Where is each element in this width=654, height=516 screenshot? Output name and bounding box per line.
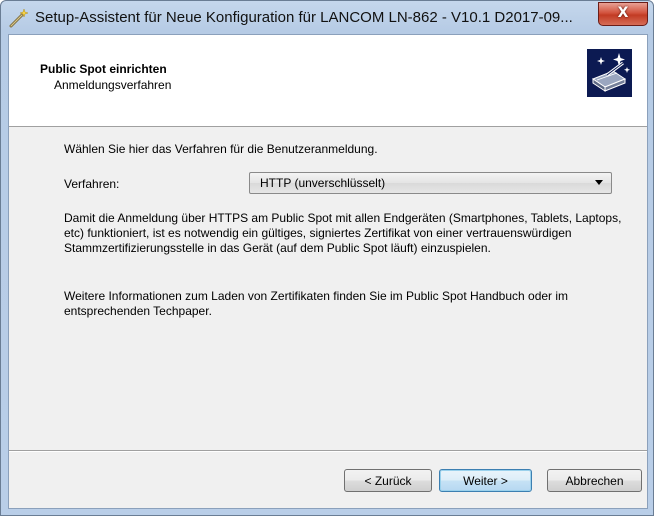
button-separator (9, 450, 647, 452)
handbook-info: Weitere Informationen zum Laden von Zert… (64, 289, 569, 318)
back-button[interactable]: < Zurück (344, 469, 432, 492)
wizard-wand-icon (587, 49, 632, 97)
verfahren-select[interactable]: HTTP (unverschlüsselt) (249, 172, 612, 194)
https-certificate-info: Damit die Anmeldung über HTTPS am Public… (64, 211, 622, 255)
verfahren-label: Verfahren: (64, 177, 120, 191)
close-button[interactable]: X (598, 2, 648, 26)
magic-wand-icon (7, 8, 29, 28)
wizard-header: Public Spot einrichten Anmeldungsverfahr… (9, 35, 647, 127)
next-button[interactable]: Weiter > (439, 469, 532, 492)
cancel-button[interactable]: Abbrechen (547, 469, 642, 492)
wizard-window: Setup-Assistent für Neue Konfiguration f… (0, 0, 654, 516)
window-title: Setup-Assistent für Neue Konfiguration f… (35, 9, 573, 26)
intro-text: Wählen Sie hier das Verfahren für die Be… (64, 142, 378, 156)
page-title: Public Spot einrichten (40, 62, 167, 76)
chevron-down-icon (595, 180, 603, 185)
verfahren-selected-value: HTTP (unverschlüsselt) (260, 176, 386, 190)
title-bar[interactable]: Setup-Assistent für Neue Konfiguration f… (1, 1, 653, 35)
page-subtitle: Anmeldungsverfahren (54, 78, 172, 92)
wizard-client-area: Public Spot einrichten Anmeldungsverfahr… (8, 34, 648, 509)
close-icon: X (617, 5, 629, 21)
